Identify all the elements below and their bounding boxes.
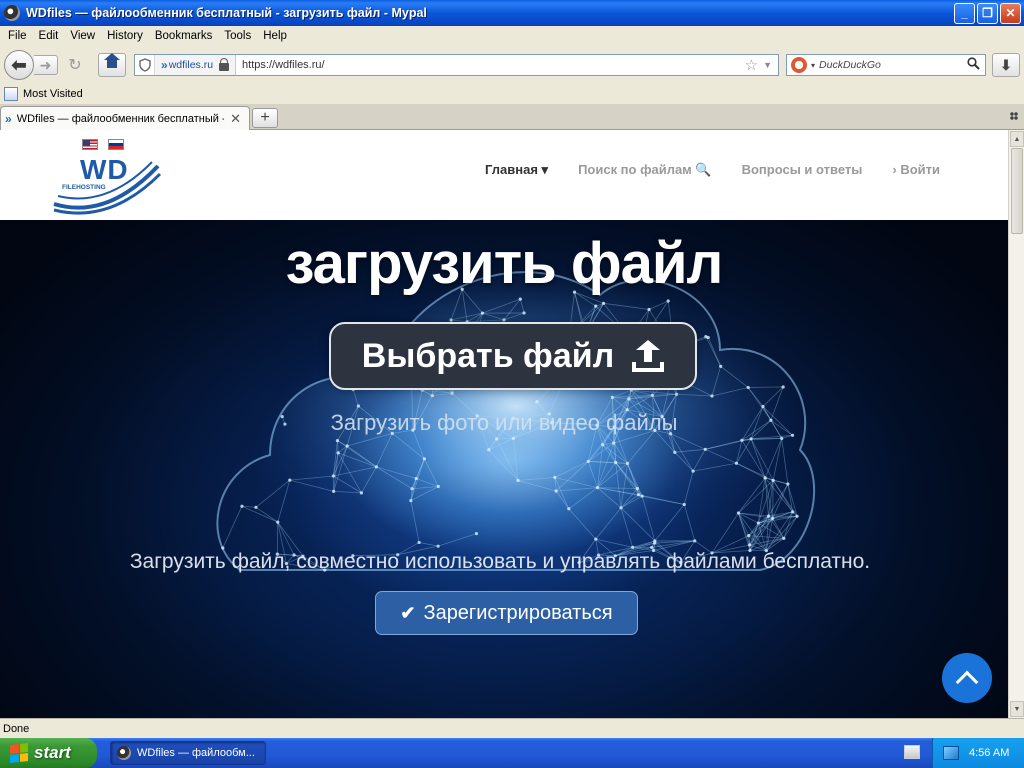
windows-taskbar: start WDfiles — файлообм... 4:56 AM [0, 738, 1024, 768]
upload-hint-text: Загрузить фото или видео файлы [330, 410, 678, 435]
choose-file-label: Выбрать файл [361, 336, 615, 375]
menu-bookmarks[interactable]: Bookmarks [149, 30, 219, 42]
scroll-down-arrow-icon[interactable]: ▼ [1010, 701, 1024, 717]
chevron-up-icon [955, 670, 979, 694]
page-scrollbar[interactable]: ▲ ▼ [1008, 130, 1024, 718]
menu-tools[interactable]: Tools [218, 30, 257, 42]
site-header: WD FILEHOSTING Главная ▾ Поиск по файлам… [0, 130, 1008, 220]
menu-file[interactable]: File [2, 30, 33, 42]
window-title-bar: WDfiles — файлообменник бесплатный - заг… [0, 0, 1024, 26]
taskbar-clock[interactable]: 4:56 AM [969, 747, 1009, 759]
menu-help[interactable]: Help [257, 30, 293, 42]
list-all-tabs-icon[interactable] [1010, 112, 1018, 120]
url-history-dropdown-icon[interactable]: ▼ [761, 60, 778, 70]
tab-wdfiles[interactable]: » WDfiles — файлообменник бесплатный - з… [0, 106, 250, 130]
window-title: WDfiles — файлообменник бесплатный - заг… [26, 6, 427, 20]
browser-app-icon [4, 5, 20, 21]
reload-button[interactable]: ↻ [62, 55, 88, 75]
nav-home-dropdown[interactable]: Главная ▾ [485, 162, 548, 178]
hero-section: загрузить файл Выбрать файл Загрузить фо… [0, 220, 1008, 718]
nav-faq[interactable]: Вопросы и ответы [742, 162, 863, 178]
windows-logo-icon [10, 743, 28, 763]
scroll-to-top-button[interactable] [942, 653, 992, 703]
site-favicon-icon: » [161, 58, 167, 72]
site-logo[interactable]: WD FILEHOSTING [52, 152, 162, 218]
system-tray: 4:56 AM [932, 738, 1024, 768]
site-identity-label: wdfiles.ru [168, 59, 214, 71]
home-button[interactable] [98, 53, 126, 77]
maximize-button[interactable]: ❐ [977, 2, 998, 24]
window-controls: _ ❐ ✕ [954, 2, 1021, 24]
minimize-button[interactable]: _ [954, 2, 975, 24]
tab-favicon-icon: » [5, 111, 11, 126]
scrollbar-thumb[interactable] [1011, 148, 1023, 234]
forward-button[interactable]: ➜ [34, 55, 58, 75]
upload-icon [632, 340, 665, 372]
new-tab-button[interactable]: + [252, 108, 278, 128]
language-switcher [82, 139, 124, 150]
hero-title: загрузить файл [285, 231, 724, 296]
tracking-protection-icon[interactable] [135, 55, 155, 75]
url-input[interactable]: https://wdfiles.ru/ [236, 59, 742, 71]
register-button[interactable]: ✔ Зарегистрироваться [375, 591, 638, 635]
status-text: Done [3, 722, 30, 735]
duckduckgo-engine-icon[interactable] [791, 57, 807, 73]
taskbar-window-button[interactable]: WDfiles — файлообм... [110, 741, 266, 765]
english-flag-icon[interactable] [82, 139, 98, 150]
taskbar-window-title: WDfiles — файлообм... [137, 747, 255, 759]
menu-history[interactable]: History [101, 30, 149, 42]
keyboard-layout-icon[interactable] [904, 745, 920, 759]
nav-login[interactable]: › Войти [892, 162, 940, 178]
back-arrow-icon: ⬅ [11, 54, 27, 75]
russian-flag-icon[interactable] [108, 139, 124, 150]
scroll-up-arrow-icon[interactable]: ▲ [1010, 131, 1024, 147]
logo-subtext: FILEHOSTING [62, 184, 106, 191]
folder-icon [4, 87, 18, 101]
network-icon[interactable] [943, 746, 959, 760]
page-viewport: WD FILEHOSTING Главная ▾ Поиск по файлам… [0, 130, 1008, 718]
forward-arrow-icon: ➜ [39, 56, 52, 73]
menu-edit[interactable]: Edit [33, 30, 65, 42]
address-bar[interactable]: » wdfiles.ru https://wdfiles.ru/ ☆ ▼ [134, 54, 779, 76]
bookmark-most-visited[interactable]: Most Visited [23, 88, 83, 100]
tab-strip: » WDfiles — файлообменник бесплатный - з… [0, 104, 1024, 130]
reload-icon: ↻ [68, 57, 82, 74]
choose-file-button[interactable]: Выбрать файл [329, 322, 697, 390]
download-arrow-icon: ⬇ [1000, 56, 1012, 73]
tab-title: WDfiles — файлообменник бесплатный - з..… [16, 112, 225, 125]
nav-file-search[interactable]: Поиск по файлам 🔍 [578, 162, 712, 178]
hero-tagline: Загрузить файл, совместно использовать и… [129, 550, 871, 573]
register-label: Зарегистрироваться [423, 601, 613, 624]
check-icon: ✔ [400, 602, 416, 623]
menu-view[interactable]: View [64, 30, 101, 42]
start-button[interactable]: start [0, 738, 97, 768]
bookmark-star-icon[interactable]: ☆ [742, 56, 761, 74]
site-identity-button[interactable]: » wdfiles.ru [155, 55, 237, 75]
start-label: start [34, 743, 71, 762]
search-engine-caret-icon[interactable]: ▾ [811, 61, 815, 70]
tab-close-icon[interactable]: ✕ [230, 111, 241, 127]
status-bar: Done [0, 718, 1024, 738]
search-input[interactable]: DuckDuckGo [819, 59, 967, 71]
logo-text: WD [80, 154, 129, 185]
search-icon[interactable] [967, 57, 985, 73]
bookmarks-toolbar: Most Visited [0, 84, 1024, 104]
navigation-toolbar: ⬅ ➜ ↻ » wdfiles.ru https://wdfiles.ru/ ☆… [0, 46, 1024, 84]
lock-icon [219, 57, 230, 71]
downloads-button[interactable]: ⬇ [992, 53, 1020, 77]
menu-bar: File Edit View History Bookmarks Tools H… [0, 26, 1024, 46]
back-button[interactable]: ⬅ [4, 50, 34, 80]
browser-task-icon [117, 746, 131, 760]
search-bar[interactable]: ▾ DuckDuckGo [786, 54, 986, 76]
close-window-button[interactable]: ✕ [1000, 2, 1021, 24]
home-icon [104, 53, 120, 71]
site-navigation: Главная ▾ Поиск по файлам 🔍 Вопросы и от… [485, 162, 940, 178]
